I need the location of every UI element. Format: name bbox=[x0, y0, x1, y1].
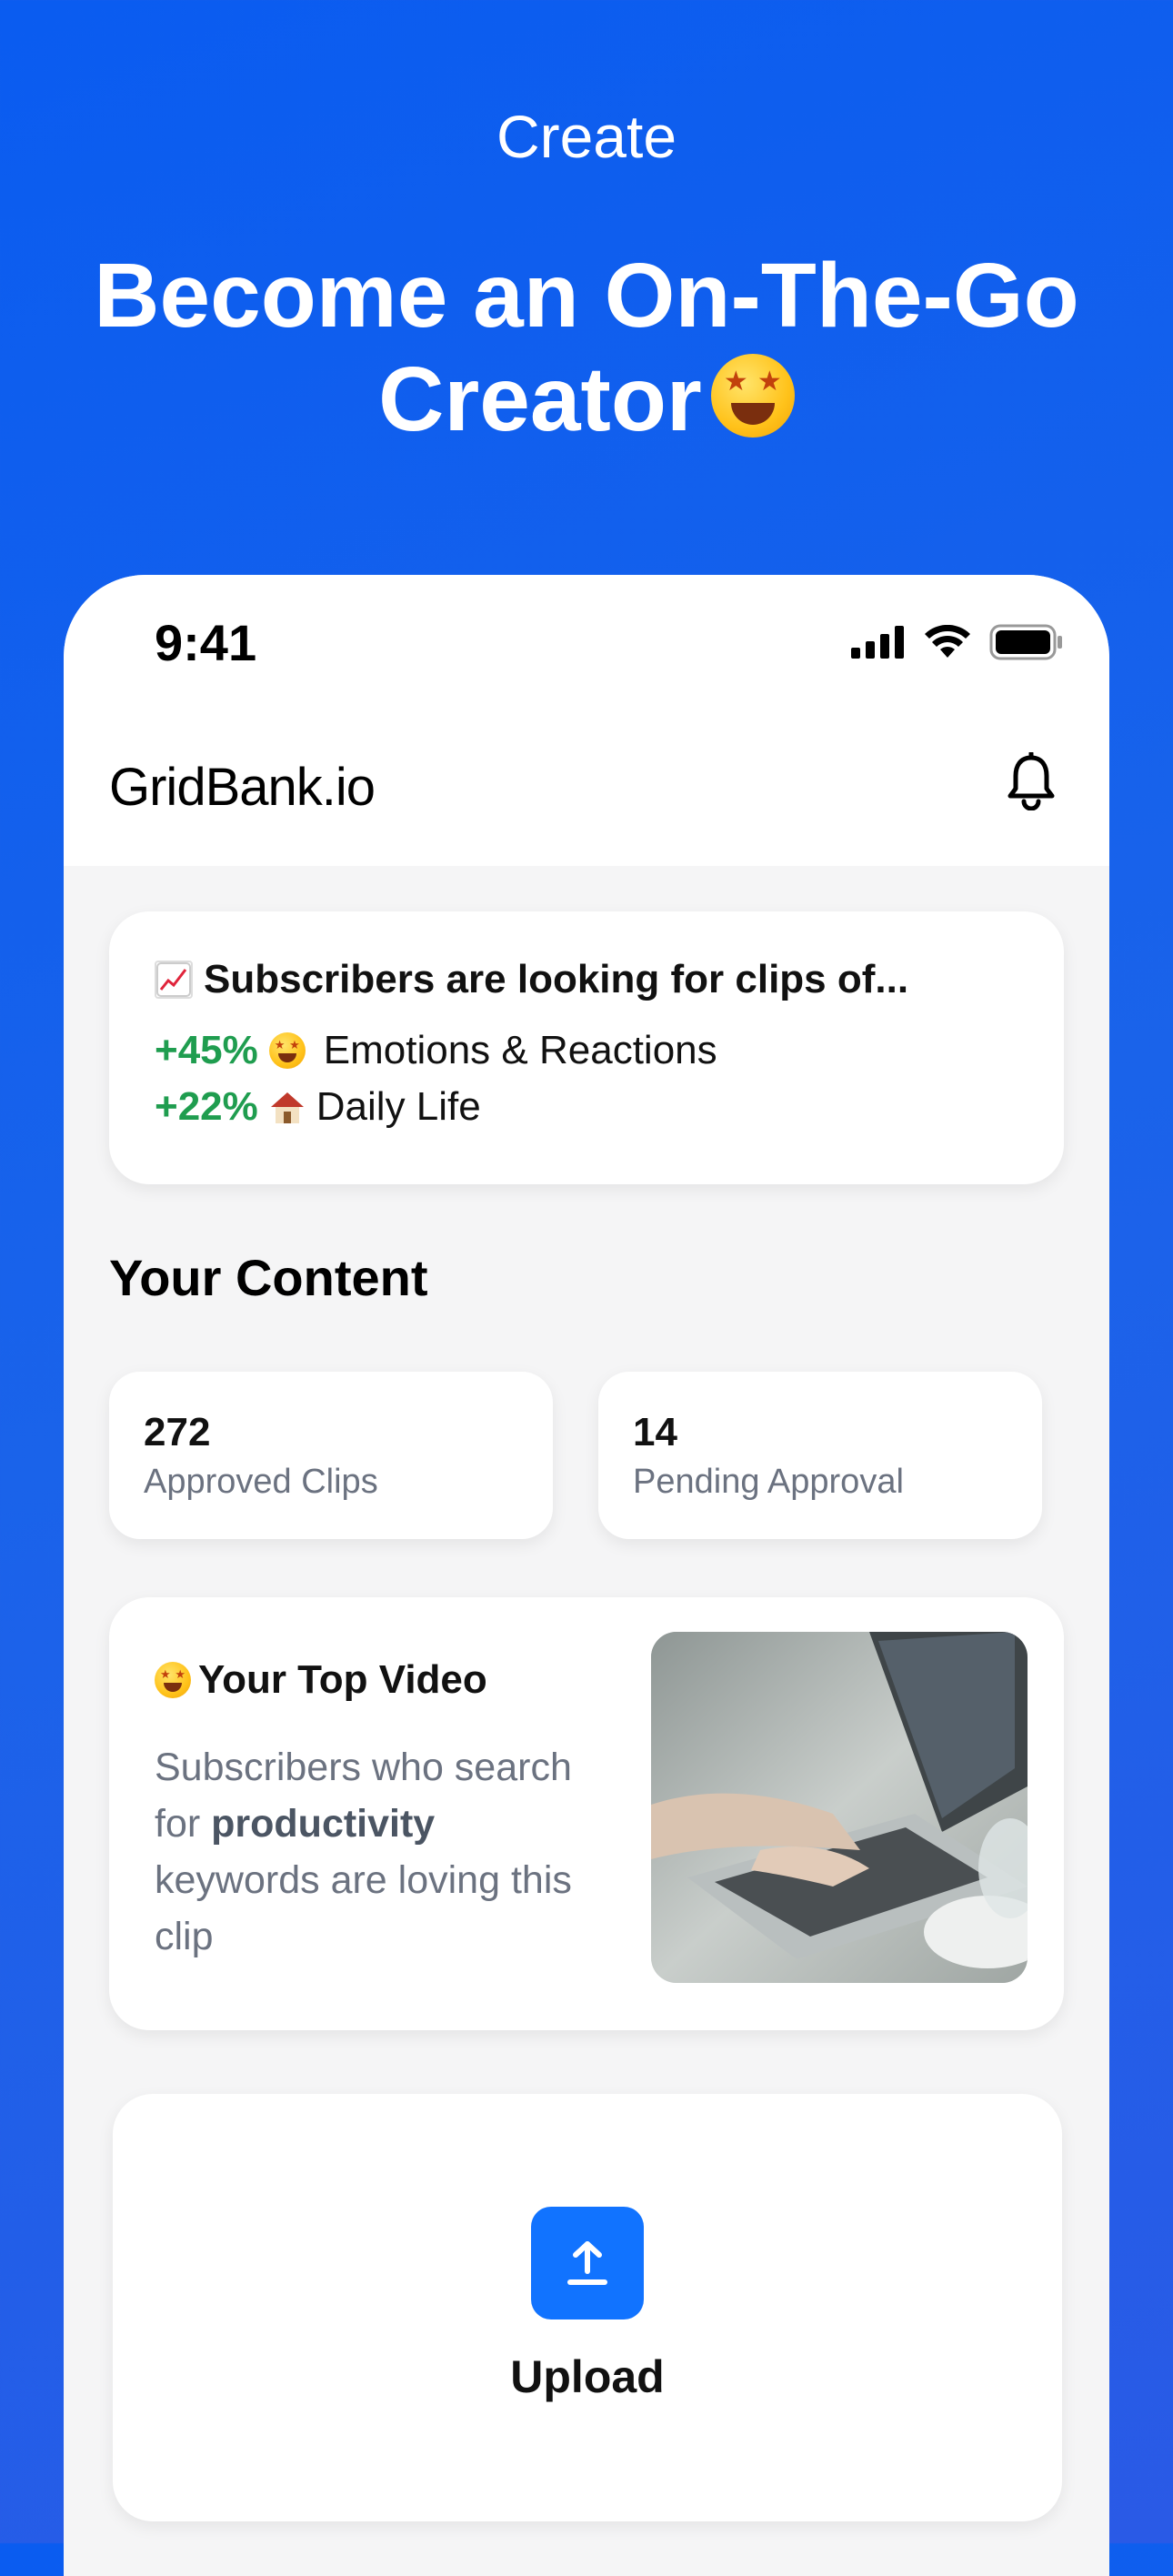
upload-label: Upload bbox=[510, 2351, 665, 2402]
upload-icon bbox=[567, 2241, 607, 2285]
status-icons bbox=[851, 622, 1064, 662]
trend-percent: +45% bbox=[155, 1028, 258, 1072]
stat-card-approved-clips[interactable]: 272 Approved Clips bbox=[109, 1372, 553, 1539]
bell-icon[interactable] bbox=[1006, 752, 1057, 810]
stat-value: 272 bbox=[144, 1410, 211, 1454]
upload-button[interactable] bbox=[531, 2207, 644, 2319]
section-title-your-content: Your Content bbox=[109, 1249, 428, 1306]
trending-title-text: Subscribers are looking for clips of... bbox=[204, 957, 909, 1001]
star-struck-emoji-icon: ★ ★ bbox=[155, 1662, 191, 1698]
cellular-signal-icon bbox=[851, 626, 904, 659]
trending-title: Subscribers are looking for clips of... bbox=[155, 957, 908, 1002]
laptop-typing-image bbox=[651, 1632, 1028, 1983]
desc-text: keywords are loving this clip bbox=[155, 1858, 572, 1958]
house-emoji-icon bbox=[270, 1092, 304, 1123]
top-video-title: ★ ★ Your Top Video bbox=[155, 1657, 487, 1703]
brand-logo: GridBank.io bbox=[109, 758, 376, 817]
trend-label: Daily Life bbox=[316, 1084, 481, 1129]
top-video-card[interactable]: ★ ★ Your Top Video Subscribers who search… bbox=[109, 1597, 1064, 2030]
stat-card-pending-approval[interactable]: 14 Pending Approval bbox=[598, 1372, 1042, 1539]
stat-label: Pending Approval bbox=[633, 1463, 904, 1501]
stat-value: 14 bbox=[633, 1410, 677, 1454]
battery-icon bbox=[989, 624, 1062, 660]
stat-label: Approved Clips bbox=[144, 1463, 378, 1501]
trend-label: Emotions & Reactions bbox=[323, 1028, 717, 1072]
star-struck-emoji-icon: ★ ★ bbox=[268, 1032, 306, 1069]
trend-row: +45% ★ ★ Emotions & Reactions bbox=[155, 1028, 717, 1073]
top-video-description: Subscribers who search for productivity … bbox=[155, 1739, 609, 1965]
wifi-icon bbox=[925, 625, 970, 658]
upload-card[interactable]: Upload bbox=[113, 2094, 1062, 2521]
star-struck-emoji-icon: ★ ★ bbox=[710, 354, 795, 438]
top-bar: 9:41 GridBank.io bbox=[64, 575, 1109, 866]
status-time: 9:41 bbox=[155, 614, 257, 671]
chart-increasing-icon bbox=[155, 961, 193, 999]
hero-title-text: Become an On-The-Go Creator bbox=[94, 245, 1079, 450]
desc-keyword: productivity bbox=[211, 1802, 436, 1846]
trend-percent: +22% bbox=[155, 1084, 258, 1129]
trend-row: +22% Daily Life bbox=[155, 1084, 481, 1130]
hero-title: Become an On-The-Go Creator ★ ★ bbox=[91, 244, 1082, 451]
hero-eyebrow: Create bbox=[496, 103, 677, 170]
trending-card[interactable]: Subscribers are looking for clips of... … bbox=[109, 911, 1064, 1184]
phone-frame: 9:41 GridBank.io Subscribers are looking… bbox=[64, 575, 1109, 2576]
video-thumbnail[interactable] bbox=[651, 1632, 1028, 1983]
top-video-title-text: Your Top Video bbox=[198, 1657, 487, 1702]
